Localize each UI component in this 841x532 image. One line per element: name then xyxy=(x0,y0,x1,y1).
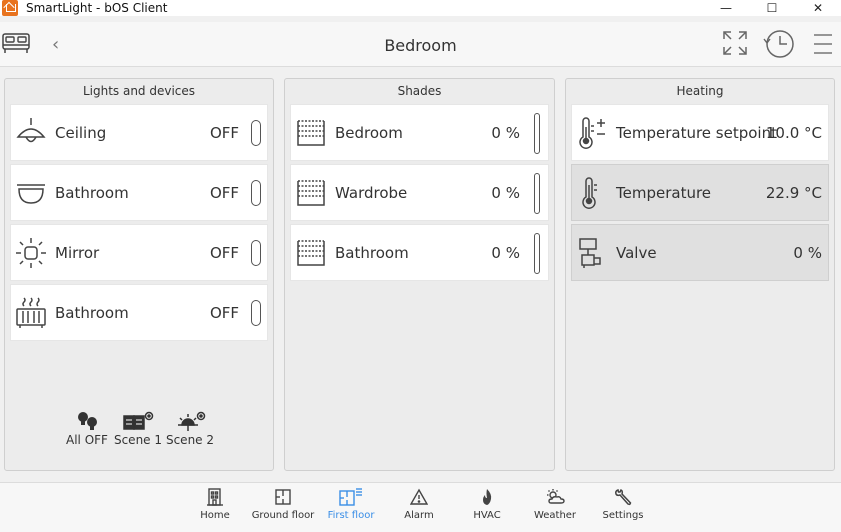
window-title: SmartLight - bOS Client xyxy=(26,1,168,15)
row-value: 0 % xyxy=(491,184,520,202)
panel-title: Shades xyxy=(397,84,442,98)
nav-alarm[interactable]: Alarm xyxy=(384,488,454,521)
valve-icon xyxy=(579,238,601,268)
scene-label: All OFF xyxy=(66,433,108,447)
scene-1-button[interactable]: Scene 1 xyxy=(113,411,163,447)
row-label: Valve xyxy=(616,244,657,262)
row-value: 0 % xyxy=(491,244,520,262)
menu-icon[interactable] xyxy=(813,33,833,55)
row-value: 10.0 °C xyxy=(765,124,822,142)
heating-row-temperature[interactable]: Temperature 22.9 °C xyxy=(571,164,829,221)
light-row-bathroom[interactable]: Bathroom OFF xyxy=(10,164,268,221)
app-logo-icon xyxy=(2,0,18,16)
nav-home[interactable]: Home xyxy=(180,488,250,521)
close-button[interactable]: ✕ xyxy=(795,0,841,16)
row-value: OFF xyxy=(209,244,239,262)
row-label: Bathroom xyxy=(55,184,129,202)
row-label: Mirror xyxy=(55,244,100,262)
shade-position-slider[interactable] xyxy=(534,113,540,154)
maximize-button[interactable]: ☐ xyxy=(749,0,795,16)
wrench-icon xyxy=(615,488,632,506)
heating-panel: Heating Temperature setpoint 10.0 °C Tem… xyxy=(565,78,835,471)
thermometer-setpoint-icon xyxy=(579,117,605,149)
bottom-nav: Home Ground floor First floor Alarm HVAC… xyxy=(0,482,841,532)
minimize-button[interactable]: — xyxy=(703,0,749,16)
row-label: Temperature xyxy=(616,184,712,202)
page-title: Bedroom xyxy=(384,36,457,55)
shade-row-bathroom[interactable]: Bathroom 0 % xyxy=(290,224,549,281)
flame-icon xyxy=(483,489,492,505)
building-icon xyxy=(207,488,223,506)
wall-lamp-icon xyxy=(17,184,45,204)
toggle-switch[interactable] xyxy=(251,120,261,146)
scene-label: Scene 1 xyxy=(113,433,163,447)
history-clock-icon[interactable] xyxy=(763,29,795,59)
light-row-mirror[interactable]: Mirror OFF xyxy=(10,224,268,281)
nav-label: Home xyxy=(200,510,230,521)
shades-panel: Shades Bedroom 0 % Wardrobe 0 % Bathroom… xyxy=(284,78,555,471)
scene-book-icon xyxy=(123,411,154,430)
floor-plan-icon xyxy=(275,489,291,505)
lights-panel: Lights and devices Ceiling OFF Bathroom … xyxy=(4,78,274,471)
shade-position-slider[interactable] xyxy=(534,233,540,274)
floor-plan-active-icon xyxy=(339,488,362,506)
row-value: 0 % xyxy=(793,244,822,262)
nav-label: Alarm xyxy=(404,510,434,521)
shade-icon xyxy=(297,240,325,266)
shade-row-wardrobe[interactable]: Wardrobe 0 % xyxy=(290,164,549,221)
scene-label: Scene 2 xyxy=(165,433,215,447)
nav-hvac[interactable]: HVAC xyxy=(452,488,522,521)
panel-title: Lights and devices xyxy=(82,84,196,98)
light-row-ceiling[interactable]: Ceiling OFF xyxy=(10,104,268,161)
shade-icon xyxy=(297,180,325,206)
toggle-switch[interactable] xyxy=(251,300,261,326)
row-value: OFF xyxy=(209,184,239,202)
shade-icon xyxy=(297,120,325,146)
nav-first-floor[interactable]: First floor xyxy=(316,488,386,521)
heating-row-valve[interactable]: Valve 0 % xyxy=(571,224,829,281)
row-value: 22.9 °C xyxy=(765,184,822,202)
scene-sunset-icon xyxy=(178,411,206,431)
bulb-icon xyxy=(16,238,46,268)
row-label: Ceiling xyxy=(55,124,107,142)
toggle-switch[interactable] xyxy=(251,180,261,206)
nav-label: Weather xyxy=(533,510,577,521)
heating-row-setpoint[interactable]: Temperature setpoint 10.0 °C xyxy=(571,104,829,161)
row-value: 0 % xyxy=(491,124,520,142)
heater-icon xyxy=(16,297,46,328)
nav-label: Ground floor xyxy=(251,510,315,521)
row-label: Wardrobe xyxy=(335,184,408,202)
row-value: OFF xyxy=(209,124,239,142)
nav-weather[interactable]: Weather xyxy=(520,488,590,521)
ceiling-lamp-icon xyxy=(16,118,46,143)
row-label: Bathroom xyxy=(55,304,129,322)
shade-row-bedroom[interactable]: Bedroom 0 % xyxy=(290,104,549,161)
nav-ground-floor[interactable]: Ground floor xyxy=(248,488,318,521)
bulbs-off-icon xyxy=(78,412,97,430)
nav-settings[interactable]: Settings xyxy=(588,488,658,521)
row-label: Bedroom xyxy=(335,124,403,142)
weather-icon xyxy=(547,489,565,504)
row-label: Bathroom xyxy=(335,244,409,262)
nav-label: Settings xyxy=(602,510,644,521)
light-row-bathroom-heater[interactable]: Bathroom OFF xyxy=(10,284,268,341)
nav-label: HVAC xyxy=(473,510,501,521)
window-titlebar: SmartLight - bOS Client — ☐ ✕ xyxy=(0,0,841,16)
row-value: OFF xyxy=(209,304,239,322)
app-header: ‹ Bedroom xyxy=(0,22,841,67)
thermometer-icon xyxy=(582,177,597,209)
scene-all-off-button[interactable]: All OFF xyxy=(62,411,112,447)
fullscreen-icon[interactable] xyxy=(723,31,747,55)
alarm-icon xyxy=(410,488,428,505)
row-label: Temperature setpoint xyxy=(616,124,777,142)
toggle-switch[interactable] xyxy=(251,240,261,266)
shade-position-slider[interactable] xyxy=(534,173,540,214)
scene-2-button[interactable]: Scene 2 xyxy=(165,411,215,447)
nav-label: First floor xyxy=(327,510,375,521)
panel-title: Heating xyxy=(676,84,724,98)
